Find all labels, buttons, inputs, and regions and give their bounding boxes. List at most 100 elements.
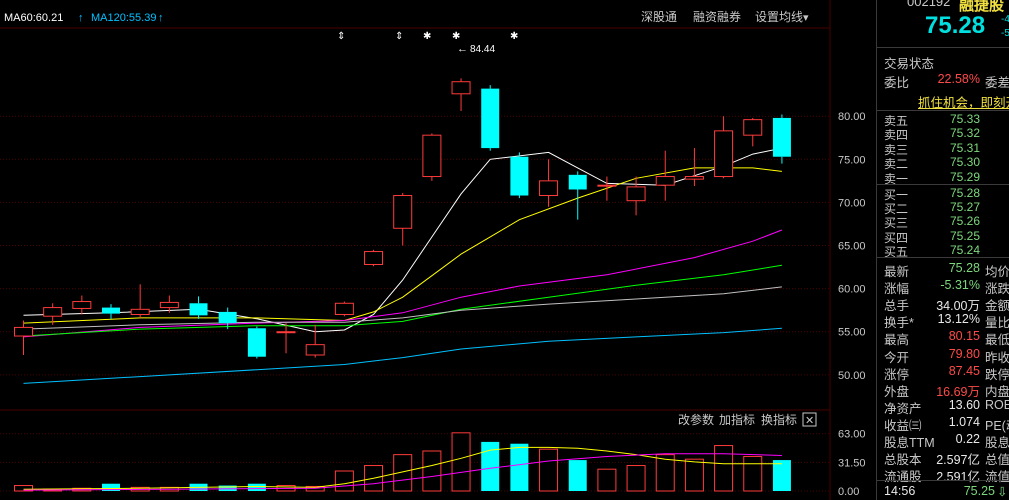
event-marker-icon[interactable]: ⇕: [395, 31, 403, 42]
max-price-label: 84.44: [470, 44, 495, 55]
candle-body-down: [218, 311, 237, 324]
ratio-value: 22.58%: [937, 72, 980, 86]
divider: [877, 47, 1009, 48]
volume-bar-up: [626, 465, 646, 492]
max-price-arrow-icon: ←: [457, 43, 468, 55]
price-tick-label: 70.00: [838, 197, 866, 209]
link-shengutong[interactable]: 深股通: [641, 10, 677, 24]
bid-level-value: 75.28: [949, 186, 980, 200]
tick-time: 14:56: [884, 484, 916, 498]
candle-body-up: [43, 307, 63, 317]
candle-body-down: [102, 307, 121, 314]
candle-body-up: [714, 130, 734, 178]
tick-price: 75.25: [963, 484, 995, 498]
bid-level: 买四 75.25: [877, 228, 1009, 245]
ask-level: 卖五 75.33: [877, 112, 1009, 128]
kline-chart[interactable]: 80.00 75.00 70.00 65.00 60.00 55.00 50.00 63.0…: [0, 0, 875, 500]
divider: [877, 257, 1009, 258]
stat-row-value: 0.22: [955, 432, 980, 446]
mini-change-2: -5: [1001, 28, 1009, 39]
candle-body-up: [72, 301, 92, 309]
volume-tick-label: 31.50: [838, 457, 866, 469]
price-tick-label: 75.00: [838, 154, 866, 166]
volume-tick-label: 63.00: [838, 429, 866, 441]
candle-body-up: [743, 119, 763, 136]
stat-row-value: 79.80: [948, 346, 980, 361]
ask-level: 卖四 75.32: [877, 126, 1009, 142]
price-tick-label: 65.00: [838, 241, 866, 253]
ask-level: 卖三 75.31: [877, 140, 1009, 157]
event-marker-icon[interactable]: ✱: [510, 31, 518, 42]
bid-level-value: 75.26: [949, 214, 980, 229]
add-indicator-button[interactable]: 加指标: [719, 412, 755, 427]
candle-body-up: [276, 331, 296, 334]
candle-body-down: [189, 303, 208, 316]
candle-body-down: [772, 117, 791, 157]
close-icon[interactable]: ✕: [805, 415, 814, 427]
promo-banner[interactable]: 抓住机会，即刻开: [877, 90, 1009, 111]
event-marker-icon[interactable]: ⇕: [337, 31, 345, 42]
ma60-arrow-icon: ↑: [78, 12, 84, 24]
ask-level: 卖二 75.30: [877, 155, 1009, 171]
link-margin-trading[interactable]: 融资融券: [693, 9, 741, 24]
volume-bar-up: [714, 445, 734, 492]
candle-body-down: [568, 174, 587, 190]
ma60-label: MA60:60.21: [4, 12, 63, 24]
stat-row-value: 1.074: [948, 414, 980, 429]
divider: [877, 110, 1009, 111]
candle-body-up: [655, 176, 675, 186]
candle-body-up: [393, 195, 413, 229]
candle-body-up: [14, 326, 33, 337]
volume-bar-up: [743, 455, 763, 492]
event-marker-icon[interactable]: ✱: [423, 31, 431, 42]
stat-row-value: 13.60: [948, 397, 980, 412]
stat-row-extra-label: ROE: [985, 397, 1009, 412]
quote-panel: 002192 融捷股 75.28 -4. -5 交易状态 委比 22.58% 委…: [876, 0, 1009, 500]
volume-bar-down: [568, 460, 587, 491]
volume-bar-down: [247, 483, 266, 491]
ask-level-value: 75.33: [949, 112, 980, 126]
candle-body-up: [364, 251, 384, 265]
link-ma-settings[interactable]: 设置均线: [755, 10, 803, 24]
down-arrow-icon: ⇩: [997, 485, 1008, 499]
volume-bar-down: [772, 460, 791, 491]
candle-body-down: [481, 88, 500, 149]
ratio-diff-label: 委差: [985, 76, 1009, 90]
candle-body-up: [422, 134, 442, 178]
ma120-label: MA120:55.39: [91, 12, 156, 24]
volume-bar-up: [684, 458, 704, 492]
ask-level-value: 75.31: [949, 140, 980, 155]
stat-row-value: 87.45: [948, 363, 980, 378]
candle-body-up: [684, 176, 704, 180]
divider: [877, 480, 1009, 481]
event-marker-icon[interactable]: ✱: [452, 31, 460, 42]
volume-bar-up: [539, 448, 559, 492]
candle-body-down: [510, 156, 529, 196]
stat-row-value: 13.12%: [937, 312, 980, 327]
switch-indicator-button[interactable]: 换指标: [761, 412, 797, 427]
bid-level-value: 75.25: [949, 228, 980, 243]
volume-bar-up: [597, 468, 617, 492]
bid-level-value: 75.27: [949, 200, 980, 215]
chevron-down-icon[interactable]: ▾: [803, 12, 809, 24]
divider: [877, 184, 1009, 185]
bid-level-value: 75.24: [949, 242, 980, 257]
bid-level: 买三 75.26: [877, 214, 1009, 230]
bid-level: 买一 75.28: [877, 186, 1009, 202]
candle-body-up: [451, 81, 471, 95]
volume-bar-up: [422, 450, 442, 492]
volume-bar-down: [510, 443, 529, 491]
edit-params-button[interactable]: 改参数: [678, 412, 714, 427]
volume-tick-label: 0.00: [838, 486, 859, 498]
candle-body-up: [159, 301, 179, 309]
price-tick-label: 55.00: [838, 327, 866, 339]
ask-level-value: 75.29: [949, 169, 980, 184]
price-tick-label: 50.00: [838, 370, 866, 382]
price-tick-label: 80.00: [838, 111, 866, 123]
promo-link[interactable]: 抓住机会，即刻开: [918, 92, 1009, 111]
candle-body-up: [305, 344, 325, 356]
ask-level-value: 75.32: [949, 126, 980, 141]
tick-row: 14:56 75.25 ⇩: [877, 482, 1009, 500]
stock-code: 002192: [907, 0, 951, 9]
candle-body-up: [539, 180, 559, 197]
